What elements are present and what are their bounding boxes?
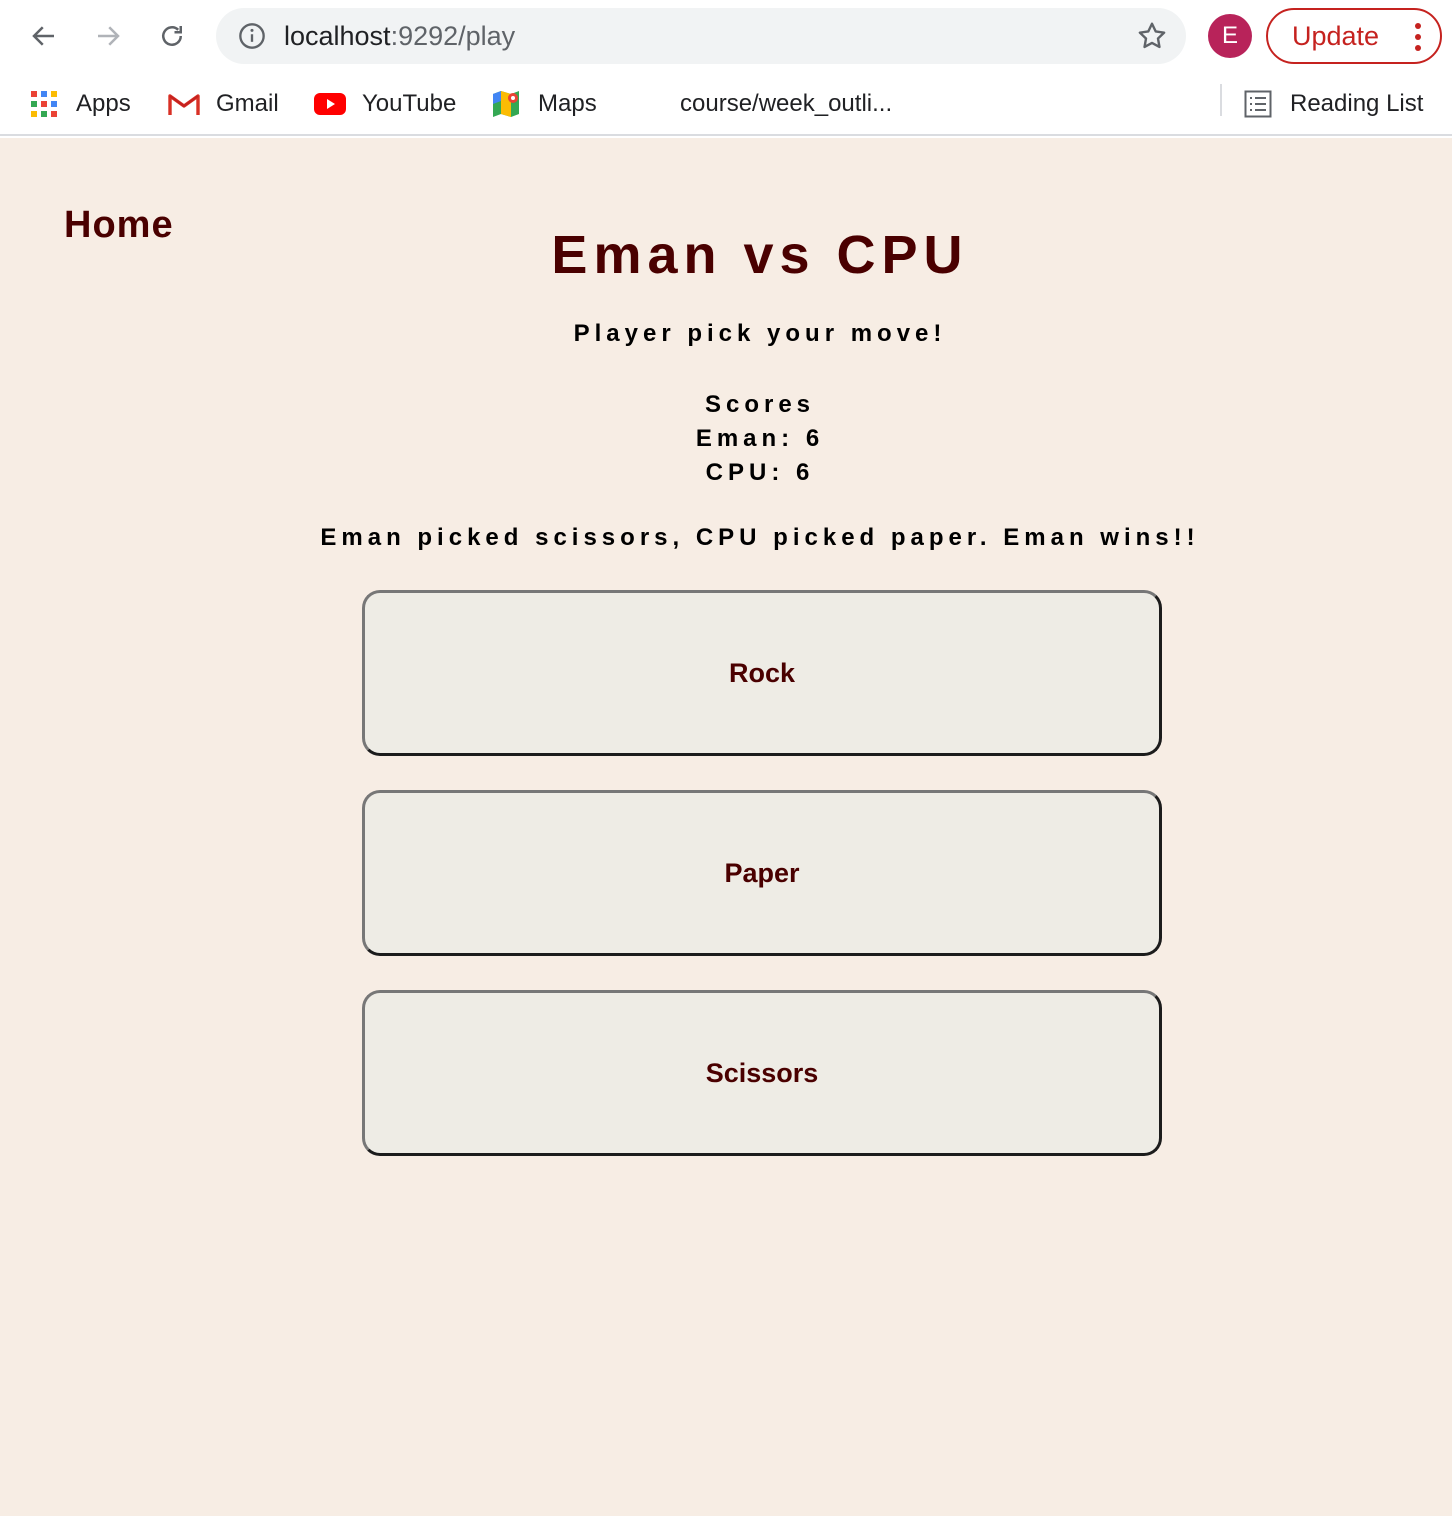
arrow-left-icon [32,26,54,46]
bookmark-label: Maps [538,90,597,117]
bookmark-youtube[interactable]: YouTube [314,84,456,124]
bookmark-label: course/week_outli... [680,90,893,117]
address-bar[interactable]: localhost:9292/play [216,8,1186,64]
url-host: localhost [284,21,391,51]
reading-list-button[interactable]: Reading List [1244,84,1423,124]
page-content: Home Eman vs CPU Player pick your move! … [0,138,1452,1516]
profile-avatar[interactable]: E [1208,14,1252,58]
reload-icon [162,26,182,46]
scoreboard: Scores Eman: 6 CPU: 6 [0,388,1452,490]
forward-button[interactable] [86,14,130,58]
back-button[interactable] [22,14,66,58]
arrow-right-icon [98,26,120,46]
url-text[interactable]: localhost:9292/play [284,20,515,52]
paper-button[interactable]: Paper [362,790,1162,956]
bookmark-apps[interactable]: Apps [30,84,131,124]
site-info-icon[interactable] [238,22,266,50]
bookmark-label: YouTube [362,90,457,117]
cpu-score: CPU: 6 [705,459,815,486]
update-label: Update [1292,21,1380,51]
round-result: Eman picked scissors, CPU picked paper. … [320,524,1200,551]
bookmark-maps[interactable]: Maps [492,84,597,124]
apps-grid-icon [31,91,57,117]
bookmark-star-icon[interactable] [1136,20,1168,52]
rock-button[interactable]: Rock [362,590,1162,756]
reading-list-label: Reading List [1290,90,1424,117]
update-button[interactable]: Update [1266,8,1442,64]
gmail-icon [168,94,200,115]
scissors-button[interactable]: Scissors [362,990,1162,1156]
bookmark-gmail[interactable]: Gmail [168,84,279,124]
bookmarks-bar: Apps Gmail YouTube Maps course/week_outl… [0,72,1452,136]
page-title: Eman vs CPU [551,225,969,285]
bookmark-course[interactable]: course/week_outli... [680,84,892,124]
player-score: Eman: 6 [695,425,825,452]
more-vert-icon [1415,23,1421,51]
reload-button[interactable] [150,14,194,58]
maps-icon [493,91,519,117]
browser-toolbar: localhost:9292/play E Update [0,0,1452,72]
url-path: :9292/play [390,21,516,51]
bookmarks-divider [1220,84,1222,116]
bookmark-label: Gmail [216,90,279,117]
youtube-icon [314,93,346,115]
reading-list-icon [1244,90,1272,118]
bookmark-label: Apps [76,90,131,117]
move-prompt: Player pick your move! [573,320,947,347]
scores-heading: Scores [704,391,816,418]
